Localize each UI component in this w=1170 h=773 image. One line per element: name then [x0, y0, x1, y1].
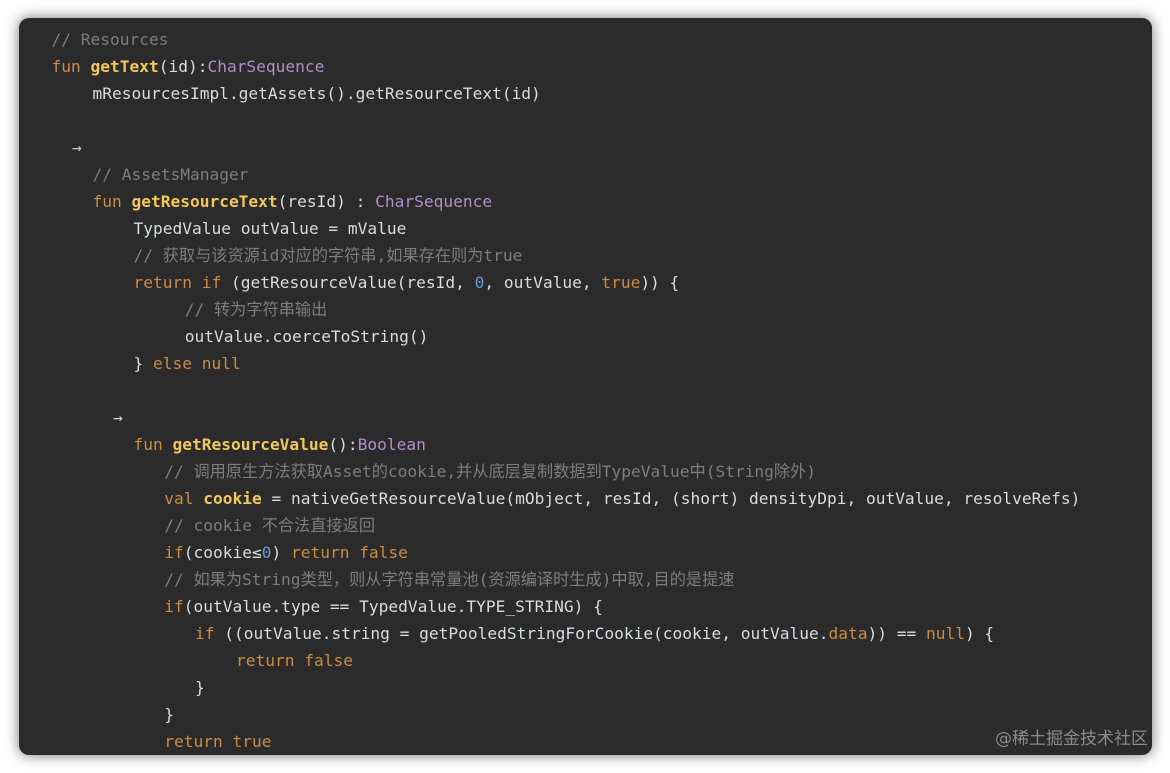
code-token-comment: // 获取与该资源id对应的字符串,如果存在则为true: [133, 246, 523, 265]
code-token-plain: }: [133, 354, 153, 373]
code-line: return if (getResourceValue(resId, 0, ou…: [19, 269, 1080, 296]
code-token-plain: ():: [328, 435, 358, 454]
code-line: mResourcesImpl.getAssets().getResourceTe…: [19, 80, 1080, 107]
code-line: fun getText(id):CharSequence: [19, 53, 1080, 80]
code-token-plain: TypedValue outValue = mValue: [133, 219, 407, 238]
code-token-plain: (outValue.type == TypedValue.TYPE_STRING…: [183, 597, 603, 616]
code-token-fn: cookie: [203, 489, 262, 508]
code-line: // cookie 不合法直接返回: [19, 512, 1080, 539]
code-line: fun getResourceText(resId) : CharSequenc…: [19, 188, 1080, 215]
code-token-keyword: val: [164, 489, 204, 508]
code-token-comment: // 调用原生方法获取Asset的cookie,并从底层复制数据到TypeVal…: [164, 462, 817, 481]
code-token-plain: (getResourceValue(resId,: [230, 273, 475, 292]
code-line: // AssetsManager: [19, 161, 1080, 188]
code-token-arrow: →: [113, 408, 123, 427]
code-token-plain: (cookie≤: [183, 543, 262, 562]
code-line: return false: [19, 647, 1080, 674]
screenshot-frame: // Resources fun getText(id):CharSequence…: [0, 0, 1170, 773]
code-editor: // Resources fun getText(id):CharSequence…: [19, 18, 1152, 755]
code-token-plain: (id):: [158, 57, 208, 76]
code-token-keyword: fun: [51, 57, 91, 76]
code-token-type: CharSequence: [375, 192, 493, 211]
code-token-keyword: else null: [153, 354, 241, 373]
code-line: fun getResourceValue():Boolean: [19, 431, 1080, 458]
code-token-fn: getResourceValue: [172, 435, 329, 454]
code-token-keyword: if: [195, 624, 225, 643]
code-token-plain: }: [195, 678, 205, 697]
code-line: if(outValue.type == TypedValue.TYPE_STRI…: [19, 593, 1080, 620]
code-token-keyword: return if: [133, 273, 231, 292]
code-token-plain: outValue.coerceToString(): [184, 327, 429, 346]
code-token-fn: getText: [90, 57, 159, 76]
code-token-type: CharSequence: [207, 57, 325, 76]
code-token-plain: ) {: [964, 624, 995, 643]
code-token-keyword: fun: [133, 435, 173, 454]
code-token-keyword: if: [164, 597, 184, 616]
code-line: TypedValue outValue = mValue: [19, 215, 1080, 242]
code-token-keyword: if: [164, 543, 184, 562]
code-token-plain: ((outValue.string = getPooledStringForCo…: [224, 624, 829, 643]
code-line: if(cookie≤0) return false: [19, 539, 1080, 566]
code-line: val cookie = nativeGetResourceValue(mObj…: [19, 485, 1080, 512]
code-line: }: [19, 701, 1080, 728]
code-token-plain: (resId) :: [277, 192, 376, 211]
code-token-plain: , outValue,: [484, 273, 602, 292]
code-token-number: 0: [474, 273, 485, 292]
watermark: @稀土掘金技术社区: [995, 729, 1148, 749]
code-token-plain: }: [164, 705, 174, 724]
code-token-keyword: return true: [164, 732, 272, 751]
code-token-comment: // 转为字符串输出: [184, 300, 328, 319]
code-token-keyword: return false: [236, 651, 353, 670]
code-line: outValue.coerceToString(): [19, 323, 1080, 350]
code-block: // Resources fun getText(id):CharSequence…: [19, 26, 1081, 755]
code-token-plain: ): [271, 543, 291, 562]
code-token-plain: )) ==: [867, 624, 926, 643]
code-token-comment: // Resources: [51, 30, 169, 49]
code-line: // 转为字符串输出: [19, 296, 1080, 323]
code-token-plain: mResourcesImpl.getAssets().getResourceTe…: [92, 84, 541, 103]
code-token-keyword: fun: [92, 192, 132, 211]
code-token-prop: data: [828, 624, 868, 643]
code-token-plain: = nativeGetResourceValue(mObject, resId,…: [261, 489, 1081, 508]
code-line: }: [19, 674, 1080, 701]
code-token-keyword: null: [925, 624, 965, 643]
code-token-plain: )) {: [640, 273, 680, 292]
code-token-number: 0: [261, 543, 272, 562]
code-token-comment: // cookie 不合法直接返回: [164, 516, 376, 535]
code-line: return true: [19, 728, 1080, 755]
code-token-keyword: true: [601, 273, 641, 292]
code-line: // 调用原生方法获取Asset的cookie,并从底层复制数据到TypeVal…: [19, 458, 1080, 485]
code-line: // Resources: [19, 26, 1080, 53]
code-token-keyword: return false: [290, 543, 408, 562]
code-line: // 获取与该资源id对应的字符串,如果存在则为true: [19, 242, 1080, 269]
code-token-fn: getResourceText: [131, 192, 278, 211]
code-line: →: [19, 134, 1080, 161]
code-token-type: Boolean: [357, 435, 426, 454]
code-line: } else null: [19, 350, 1080, 377]
code-token-arrow: →: [72, 138, 82, 157]
code-line: // 如果为String类型，则从字符串常量池(资源编译时生成)中取,目的是提速: [19, 566, 1080, 593]
code-token-comment: // 如果为String类型，则从字符串常量池(资源编译时生成)中取,目的是提速: [164, 570, 735, 589]
code-line: if ((outValue.string = getPooledStringFo…: [19, 620, 1080, 647]
code-line: →: [19, 404, 1080, 431]
code-token-comment: // AssetsManager: [92, 165, 249, 184]
